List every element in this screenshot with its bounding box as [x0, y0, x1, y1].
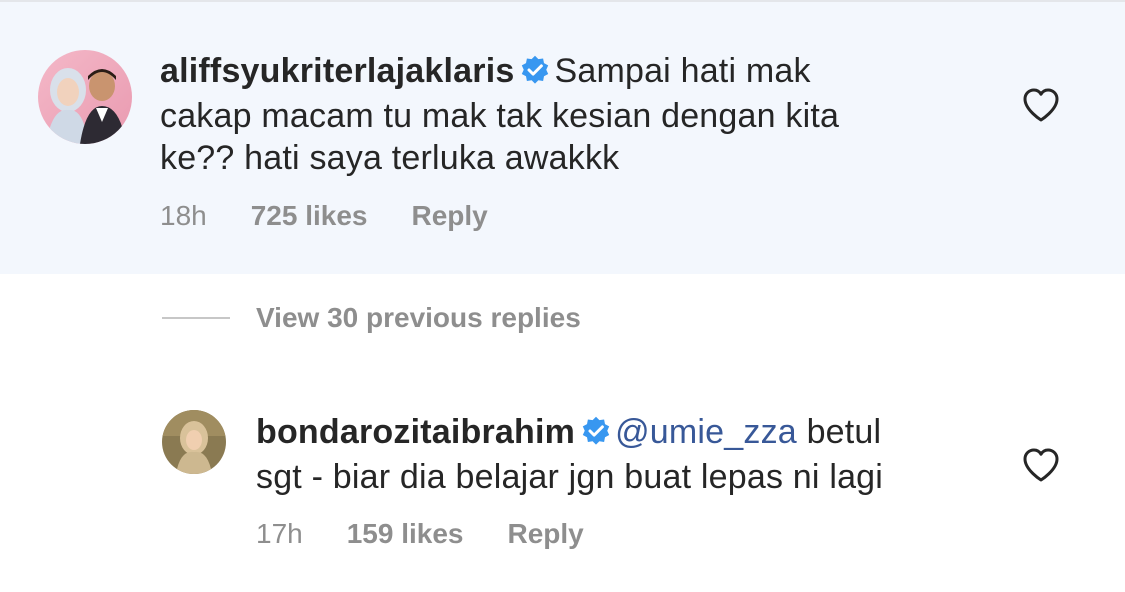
comment-username[interactable]: aliffsyukriterlajaklaris	[160, 52, 514, 90]
comments-thread: aliffsyukriterlajaklaris Sampai hati mak…	[0, 0, 1125, 592]
replies-divider-line	[162, 317, 230, 319]
commenter-avatar[interactable]	[38, 50, 132, 144]
comment-text: aliffsyukriterlajaklaris Sampai hati mak…	[160, 50, 960, 179]
heart-outline-icon[interactable]	[1021, 85, 1061, 125]
reply-meta: 17h 159 likes Reply	[256, 517, 628, 551]
reply-username[interactable]: bondarozitaibrahim	[256, 413, 575, 451]
reply-text: bondarozitaibrahim @umie_zza betul sgt -…	[256, 411, 1036, 498]
reply-body-line-2: sgt - biar dia belajar jgn buat lepas ni…	[256, 458, 884, 496]
comment-meta: 18h 725 likes Reply	[160, 199, 532, 233]
comment-body-line-2: cakap macam tu mak tak kesian dengan kit…	[160, 97, 840, 135]
reply-time: 17h	[256, 518, 303, 549]
reply-avatar[interactable]	[162, 410, 226, 474]
reply-mention-link[interactable]: @umie_zza	[615, 413, 797, 451]
view-previous-replies-button[interactable]: View 30 previous replies	[162, 302, 581, 342]
reply-likes[interactable]: 159 likes	[347, 518, 464, 549]
heart-outline-icon[interactable]	[1021, 445, 1061, 485]
view-previous-replies-label: View 30 previous replies	[256, 302, 581, 333]
reply-reply-button[interactable]: Reply	[508, 518, 584, 549]
verified-badge-icon	[581, 414, 611, 456]
comment-reply-button[interactable]: Reply	[412, 200, 488, 231]
comment-time: 18h	[160, 200, 207, 231]
comment-body-line-1: Sampai hati mak	[554, 52, 811, 90]
comment-likes[interactable]: 725 likes	[251, 200, 368, 231]
comment-body-line-3: ke?? hati saya terluka awakkk	[160, 139, 620, 177]
reply-body-line-1: betul	[806, 413, 882, 451]
verified-badge-icon	[520, 53, 550, 95]
